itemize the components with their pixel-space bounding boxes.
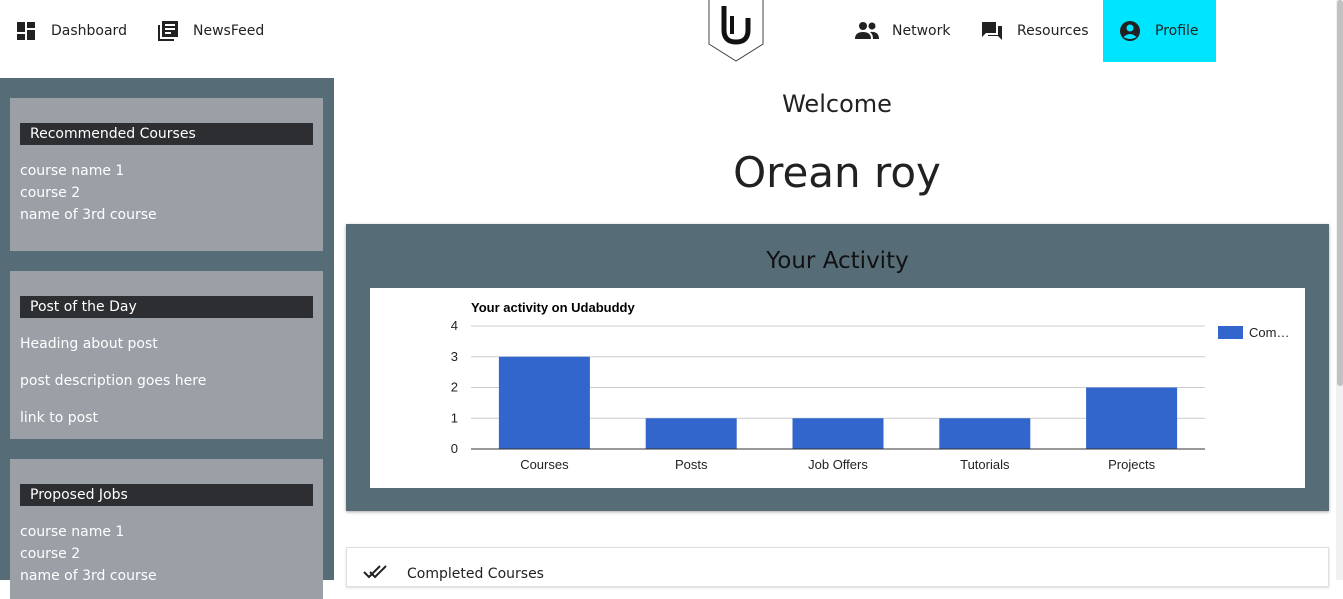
activity-chart-svg: Your activity on Udabuddy 0 1 2 3 4 Courses Pos… <box>451 300 1290 472</box>
user-name: Orean roy <box>733 148 941 197</box>
recommended-courses-title: Recommended Courses <box>20 123 313 145</box>
post-content: Heading about post post description goes… <box>20 333 206 444</box>
y-tick-label: 0 <box>451 441 458 456</box>
post-link[interactable]: link to post <box>20 407 206 444</box>
sidebar: Recommended Courses course name 1 course… <box>0 78 334 599</box>
chart-title: Your activity on Udabuddy <box>471 300 635 315</box>
nav-resources-label: Resources <box>1017 23 1089 39</box>
welcome-heading: Welcome <box>782 90 892 118</box>
bar <box>1086 387 1178 449</box>
top-navbar: Dashboard NewsFeed Network Resources Pro… <box>0 0 1343 62</box>
udabuddy-logo[interactable] <box>708 0 764 62</box>
x-tick-label: Projects <box>1108 457 1155 472</box>
people-icon <box>855 19 879 43</box>
post-of-the-day-card: Post of the Day Heading about post post … <box>10 271 323 439</box>
course-link[interactable]: course name 1 <box>20 160 157 182</box>
post-description: post description goes here <box>20 373 207 389</box>
y-tick-label: 1 <box>451 410 458 425</box>
x-tick-label: Job Offers <box>808 457 868 472</box>
legend-label: Com… <box>1249 325 1289 340</box>
bar <box>498 356 590 449</box>
nav-newsfeed[interactable]: NewsFeed <box>156 0 264 62</box>
proposed-jobs-list: course name 1 course 2 name of 3rd cours… <box>20 521 157 587</box>
y-tick-label: 4 <box>451 318 458 333</box>
activity-title: Your Activity <box>766 248 909 274</box>
x-tick-label: Courses <box>520 457 569 472</box>
y-tick-label: 3 <box>451 349 458 364</box>
forum-icon <box>980 19 1004 43</box>
proposed-jobs-card: Proposed Jobs course name 1 course 2 nam… <box>10 459 323 599</box>
recommended-courses-card: Recommended Courses course name 1 course… <box>10 98 323 251</box>
bar <box>792 418 884 449</box>
done-all-icon <box>361 562 389 584</box>
activity-panel: Your Activity Your activity on Udabuddy 0… <box>346 224 1329 511</box>
x-tick-label: Posts <box>675 457 708 472</box>
bar <box>939 418 1031 449</box>
y-tick-label: 2 <box>451 380 458 395</box>
course-link[interactable]: course 2 <box>20 182 157 204</box>
nav-dashboard-label: Dashboard <box>51 23 127 39</box>
completed-courses-panel[interactable]: Completed Courses <box>346 547 1329 587</box>
job-link[interactable]: course 2 <box>20 543 157 565</box>
course-link[interactable]: name of 3rd course <box>20 204 157 226</box>
nav-newsfeed-label: NewsFeed <box>193 23 265 39</box>
job-link[interactable]: course name 1 <box>20 521 157 543</box>
job-link[interactable]: name of 3rd course <box>20 565 157 587</box>
nav-profile[interactable]: Profile <box>1103 0 1216 62</box>
post-of-the-day-title: Post of the Day <box>20 296 313 318</box>
nav-dashboard[interactable]: Dashboard <box>14 0 127 62</box>
nav-network[interactable]: Network <box>855 0 950 62</box>
dashboard-icon <box>14 19 38 43</box>
activity-chart: Your activity on Udabuddy 0 1 2 3 4 Courses Pos… <box>370 288 1305 488</box>
legend-swatch <box>1218 326 1243 339</box>
post-heading: Heading about post <box>20 336 158 352</box>
nav-profile-label: Profile <box>1155 23 1199 39</box>
x-tick-label: Tutorials <box>960 457 1010 472</box>
scrollbar-thumb[interactable] <box>1337 0 1343 386</box>
bar <box>645 418 737 449</box>
nav-network-label: Network <box>892 23 951 39</box>
account-circle-icon <box>1118 19 1142 43</box>
nav-resources[interactable]: Resources <box>980 0 1089 62</box>
recommended-courses-list: course name 1 course 2 name of 3rd cours… <box>20 160 157 226</box>
newsfeed-icon <box>156 19 180 43</box>
proposed-jobs-title: Proposed Jobs <box>20 484 313 506</box>
